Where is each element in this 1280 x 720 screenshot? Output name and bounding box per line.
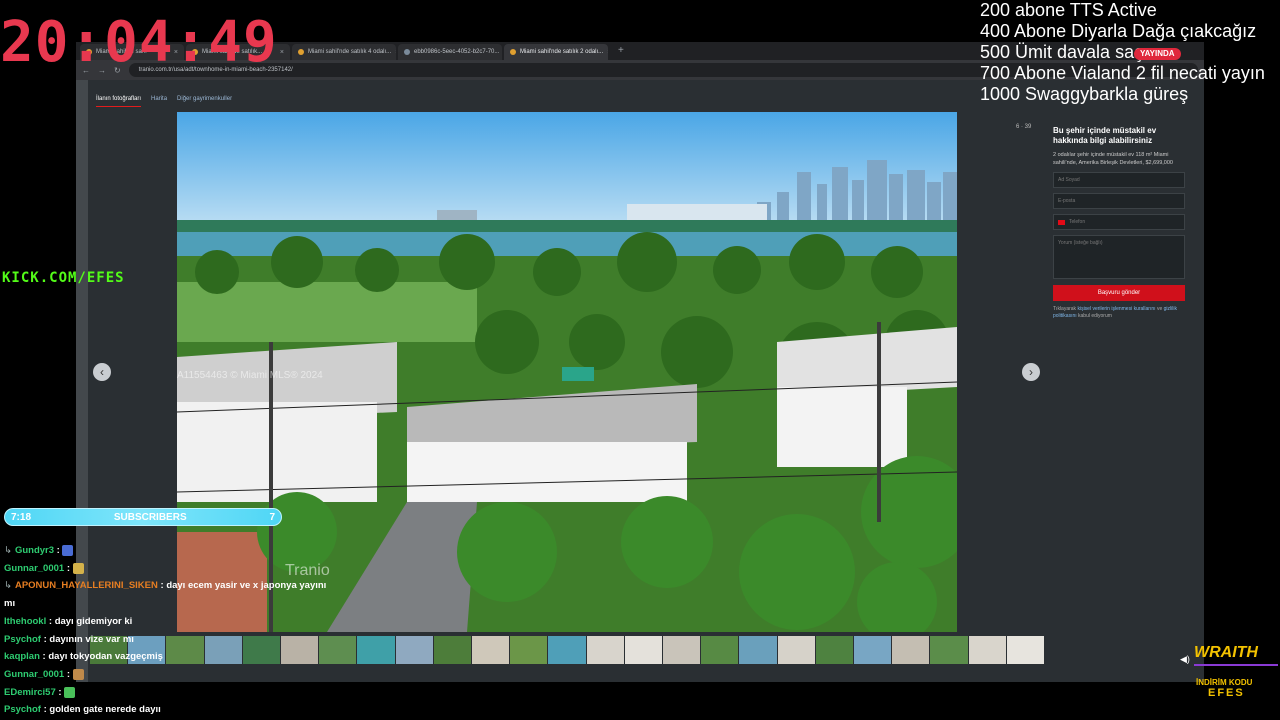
subscribers-left: 7:18 — [11, 511, 32, 523]
chat-message: Ithehookl : dayı gidemiyor ki — [4, 615, 133, 627]
chat-message: Gunnar_0001 : — [4, 560, 334, 578]
browser-tab[interactable]: Miami sahil'nde satılık 4 odalı...× — [292, 44, 396, 60]
chat-text: golden gate nerede dayıı — [49, 704, 161, 716]
photo-thumbnail[interactable] — [739, 636, 777, 664]
chat-message: Gunnar_0001 : — [4, 666, 334, 684]
chat-message: ↳ APONUN_HAYALLERINI_SIKEN : dayı ecem ya… — [4, 580, 327, 592]
next-photo-button[interactable]: › — [1022, 363, 1040, 381]
photo-thumbnail[interactable] — [854, 636, 892, 664]
chat-message: kaqplan : dayı tokyodan vazgeçmiş — [4, 651, 163, 663]
photo-thumbnail[interactable] — [624, 636, 663, 664]
live-badge: YAYINDA — [1134, 48, 1181, 60]
goal-item: 500 Ümit davala saçı YAYINDA — [980, 42, 1265, 63]
chat-username[interactable]: EDemirci57 — [4, 687, 56, 698]
sub-badge-icon: ↳ — [4, 580, 12, 592]
photo-thumbnail[interactable] — [510, 636, 548, 664]
favicon-icon — [298, 49, 304, 55]
chat-username[interactable]: Psychof — [4, 704, 41, 715]
close-icon[interactable]: × — [280, 49, 284, 56]
new-tab-icon[interactable]: + — [618, 44, 624, 58]
chat-text: dayının vize var mı — [49, 633, 134, 645]
goal-item: 400 Abone Diyarla Dağa çıakcağız — [980, 21, 1257, 41]
brand-underline — [1194, 664, 1278, 666]
consent-text: Tıklayarak kişisel verilerin işlenmesi k… — [1053, 306, 1177, 319]
emote-icon — [72, 668, 84, 680]
chat-message: ↳ Gundyr3 : — [4, 542, 334, 560]
mls-watermark: A11554463 © Miami MLS® 2024 — [177, 370, 323, 381]
photo-thumbnail[interactable] — [777, 636, 815, 664]
subscribers-progress-bar: 7:18 SUBSCRIBERS 7 — [4, 508, 282, 526]
emote-icon — [72, 562, 84, 574]
photo-thumbnail[interactable] — [357, 636, 395, 664]
photo-thumbnail[interactable] — [433, 636, 472, 664]
sponsor-brand: WRAITH — [1194, 644, 1258, 661]
chat-username[interactable]: Gundyr3 — [15, 545, 54, 556]
gallery-tabs: İlanın fotoğrafları Harita Diğer gayrime… — [96, 96, 232, 107]
chat-message: Psychof : golden gate nerede dayıı — [4, 704, 161, 716]
chat-username[interactable]: Gunnar_0001 — [4, 563, 64, 574]
chat-username[interactable]: Psychof — [4, 634, 41, 645]
photo-thumbnail[interactable] — [1006, 636, 1045, 664]
emote-icon — [62, 544, 74, 556]
chat-message: mı — [4, 595, 334, 613]
sub-badge-icon: ↳ — [4, 545, 12, 556]
tab-map[interactable]: Harita — [151, 96, 167, 107]
chat-message: EDemirci57 : — [4, 684, 334, 702]
chat-username[interactable]: kaqplan — [4, 651, 40, 662]
photo-thumbnail[interactable] — [701, 636, 739, 664]
tab-photos[interactable]: İlanın fotoğrafları — [96, 96, 142, 107]
discount-code: EFES — [1208, 687, 1245, 699]
chat-username[interactable]: Gunnar_0001 — [4, 669, 64, 680]
submit-button[interactable]: Başvuru gönder — [1053, 285, 1185, 301]
goal-item: 700 Abone Vialand 2 fil necati yayın — [980, 63, 1265, 83]
chat-text: dayı gidemiyor ki — [54, 615, 133, 627]
favicon-icon — [404, 49, 410, 55]
chat-text: dayı ecem yasir ve x japonya yayını — [166, 580, 327, 592]
photo-thumbnail[interactable] — [663, 636, 701, 664]
photo-thumbnail[interactable] — [548, 636, 586, 664]
chat-message: Psychof : dayının vize var mı — [4, 633, 134, 645]
emote-icon — [64, 686, 76, 698]
subscribers-label: SUBSCRIBERS — [113, 511, 187, 523]
photo-thumbnail[interactable] — [930, 636, 968, 664]
favicon-icon — [510, 49, 516, 55]
turkey-flag-icon[interactable] — [1058, 219, 1065, 225]
stream-clock: 20:04:49 — [0, 10, 278, 75]
goal-item: 200 abone TTS Active — [980, 0, 1157, 20]
prev-photo-button[interactable]: ‹ — [93, 363, 111, 381]
contact-form: Bu şehir içinde müstakil ev hakkında bil… — [1053, 126, 1185, 320]
close-icon[interactable]: × — [607, 49, 608, 56]
photo-counter: 6 · 39 — [1016, 124, 1032, 130]
speaker-icon: ◀) — [1180, 654, 1190, 664]
chat-username[interactable]: APONUN_HAYALLERINI_SIKEN — [15, 580, 158, 591]
privacy-rules-link[interactable]: kişisel verilerin işlenmesi kurallarını — [1077, 306, 1155, 312]
phone-field[interactable]: Telefon — [1053, 214, 1185, 230]
kick-channel-url: KICK.COM/EFES — [2, 270, 125, 286]
subscribers-count: 7 — [269, 511, 275, 523]
photo-thumbnail[interactable] — [815, 636, 854, 664]
chat-username[interactable]: Ithehookl — [4, 616, 46, 627]
photo-thumbnail[interactable] — [395, 636, 433, 664]
photo-thumbnail[interactable] — [892, 636, 930, 664]
subscriber-goals: 200 abone TTS Active 400 Abone Diyarla D… — [980, 0, 1265, 105]
photo-thumbnail[interactable] — [586, 636, 624, 664]
photo-thumbnail[interactable] — [472, 636, 510, 664]
close-icon[interactable]: × — [395, 49, 396, 56]
browser-tab[interactable]: ebb0986c-5eec-4052-b2c7-70...× — [398, 44, 502, 60]
chat-text: mı — [4, 598, 16, 610]
photo-thumbnail[interactable] — [968, 636, 1006, 664]
chat-text: dayı tokyodan vazgeçmiş — [48, 651, 163, 663]
tab-other-properties[interactable]: Diğer gayrimenkuller — [177, 96, 232, 107]
message-field[interactable]: Yorum (isteğe bağlı) — [1053, 235, 1185, 279]
email-field[interactable]: E-posta — [1053, 193, 1185, 209]
name-field[interactable]: Ad Soyad — [1053, 172, 1185, 188]
chat-panel: ↳ Gundyr3 : Gunnar_0001 : ↳ APONUN_HAYALLE… — [4, 542, 334, 719]
form-title: Bu şehir içinde müstakil ev hakkında bil… — [1053, 126, 1157, 145]
browser-tab-active[interactable]: Miami sahil'nde satılık 2 odalı...× — [504, 44, 608, 60]
goal-item: 1000 Swaggybarkla güreş — [980, 84, 1189, 104]
discount-code-label: İNDİRİM KODU — [1196, 678, 1253, 687]
form-description: 2 odalılar şehir içinde müstakil ev 118 … — [1053, 152, 1173, 166]
